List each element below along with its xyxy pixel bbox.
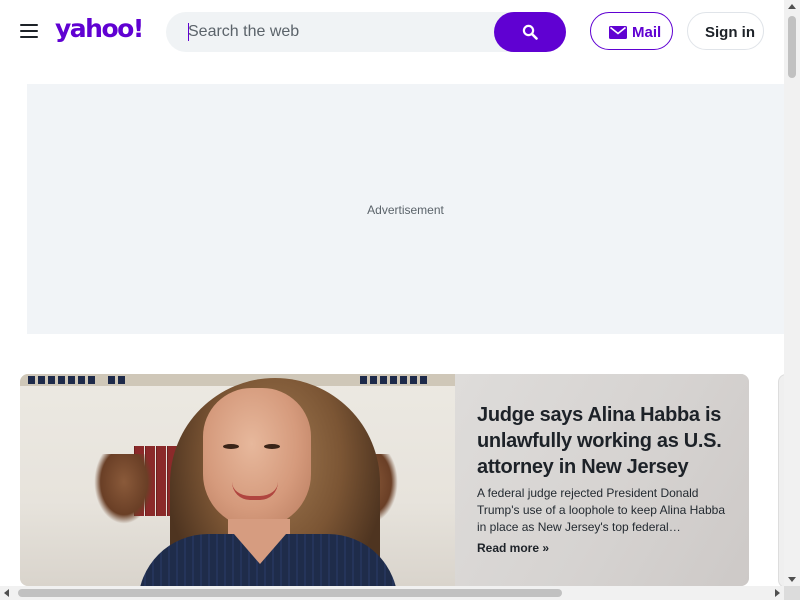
vertical-scrollbar[interactable] <box>784 0 800 586</box>
vertical-scroll-thumb[interactable] <box>788 16 796 78</box>
yahoo-logo[interactable]: yahoo! <box>55 14 144 43</box>
mail-label: Mail <box>632 24 662 41</box>
search-bar <box>166 12 566 52</box>
portrait-collar <box>234 534 286 564</box>
portrait-eye-right <box>264 444 280 449</box>
scroll-down-icon[interactable] <box>788 577 796 582</box>
sign-in-button[interactable]: Sign in <box>687 12 764 50</box>
search-input[interactable] <box>188 12 488 52</box>
horizontal-scrollbar[interactable] <box>0 586 784 600</box>
read-more-link[interactable]: Read more » <box>477 541 549 555</box>
scroll-left-icon[interactable] <box>4 589 9 597</box>
scroll-right-icon[interactable] <box>775 589 780 597</box>
story-summary: A federal judge rejected President Donal… <box>477 486 726 534</box>
search-icon <box>522 24 538 40</box>
text-caret <box>188 23 189 41</box>
advertisement-label: Advertisement <box>367 203 444 217</box>
portrait-eye-left <box>223 444 239 449</box>
statue-left <box>94 454 154 524</box>
sign-in-label: Sign in <box>705 24 755 41</box>
search-button[interactable] <box>494 12 566 52</box>
story-headline[interactable]: Judge says Alina Habba is unlawfully wor… <box>477 402 737 480</box>
top-story-card[interactable]: Judge says Alina Habba is unlawfully wor… <box>20 374 749 586</box>
top-header: yahoo! Mail Sign in <box>0 0 784 64</box>
story-photo[interactable] <box>20 374 455 586</box>
portrait-face <box>203 388 311 528</box>
story-text: Judge says Alina Habba is unlawfully wor… <box>455 374 749 586</box>
scroll-up-icon[interactable] <box>788 4 796 9</box>
menu-icon[interactable] <box>20 24 38 40</box>
mail-icon <box>609 26 627 39</box>
scrollbar-corner <box>784 586 800 600</box>
mail-button[interactable]: Mail <box>590 12 673 50</box>
horizontal-scroll-thumb[interactable] <box>18 589 562 597</box>
advertisement-slot[interactable]: Advertisement <box>27 84 784 334</box>
